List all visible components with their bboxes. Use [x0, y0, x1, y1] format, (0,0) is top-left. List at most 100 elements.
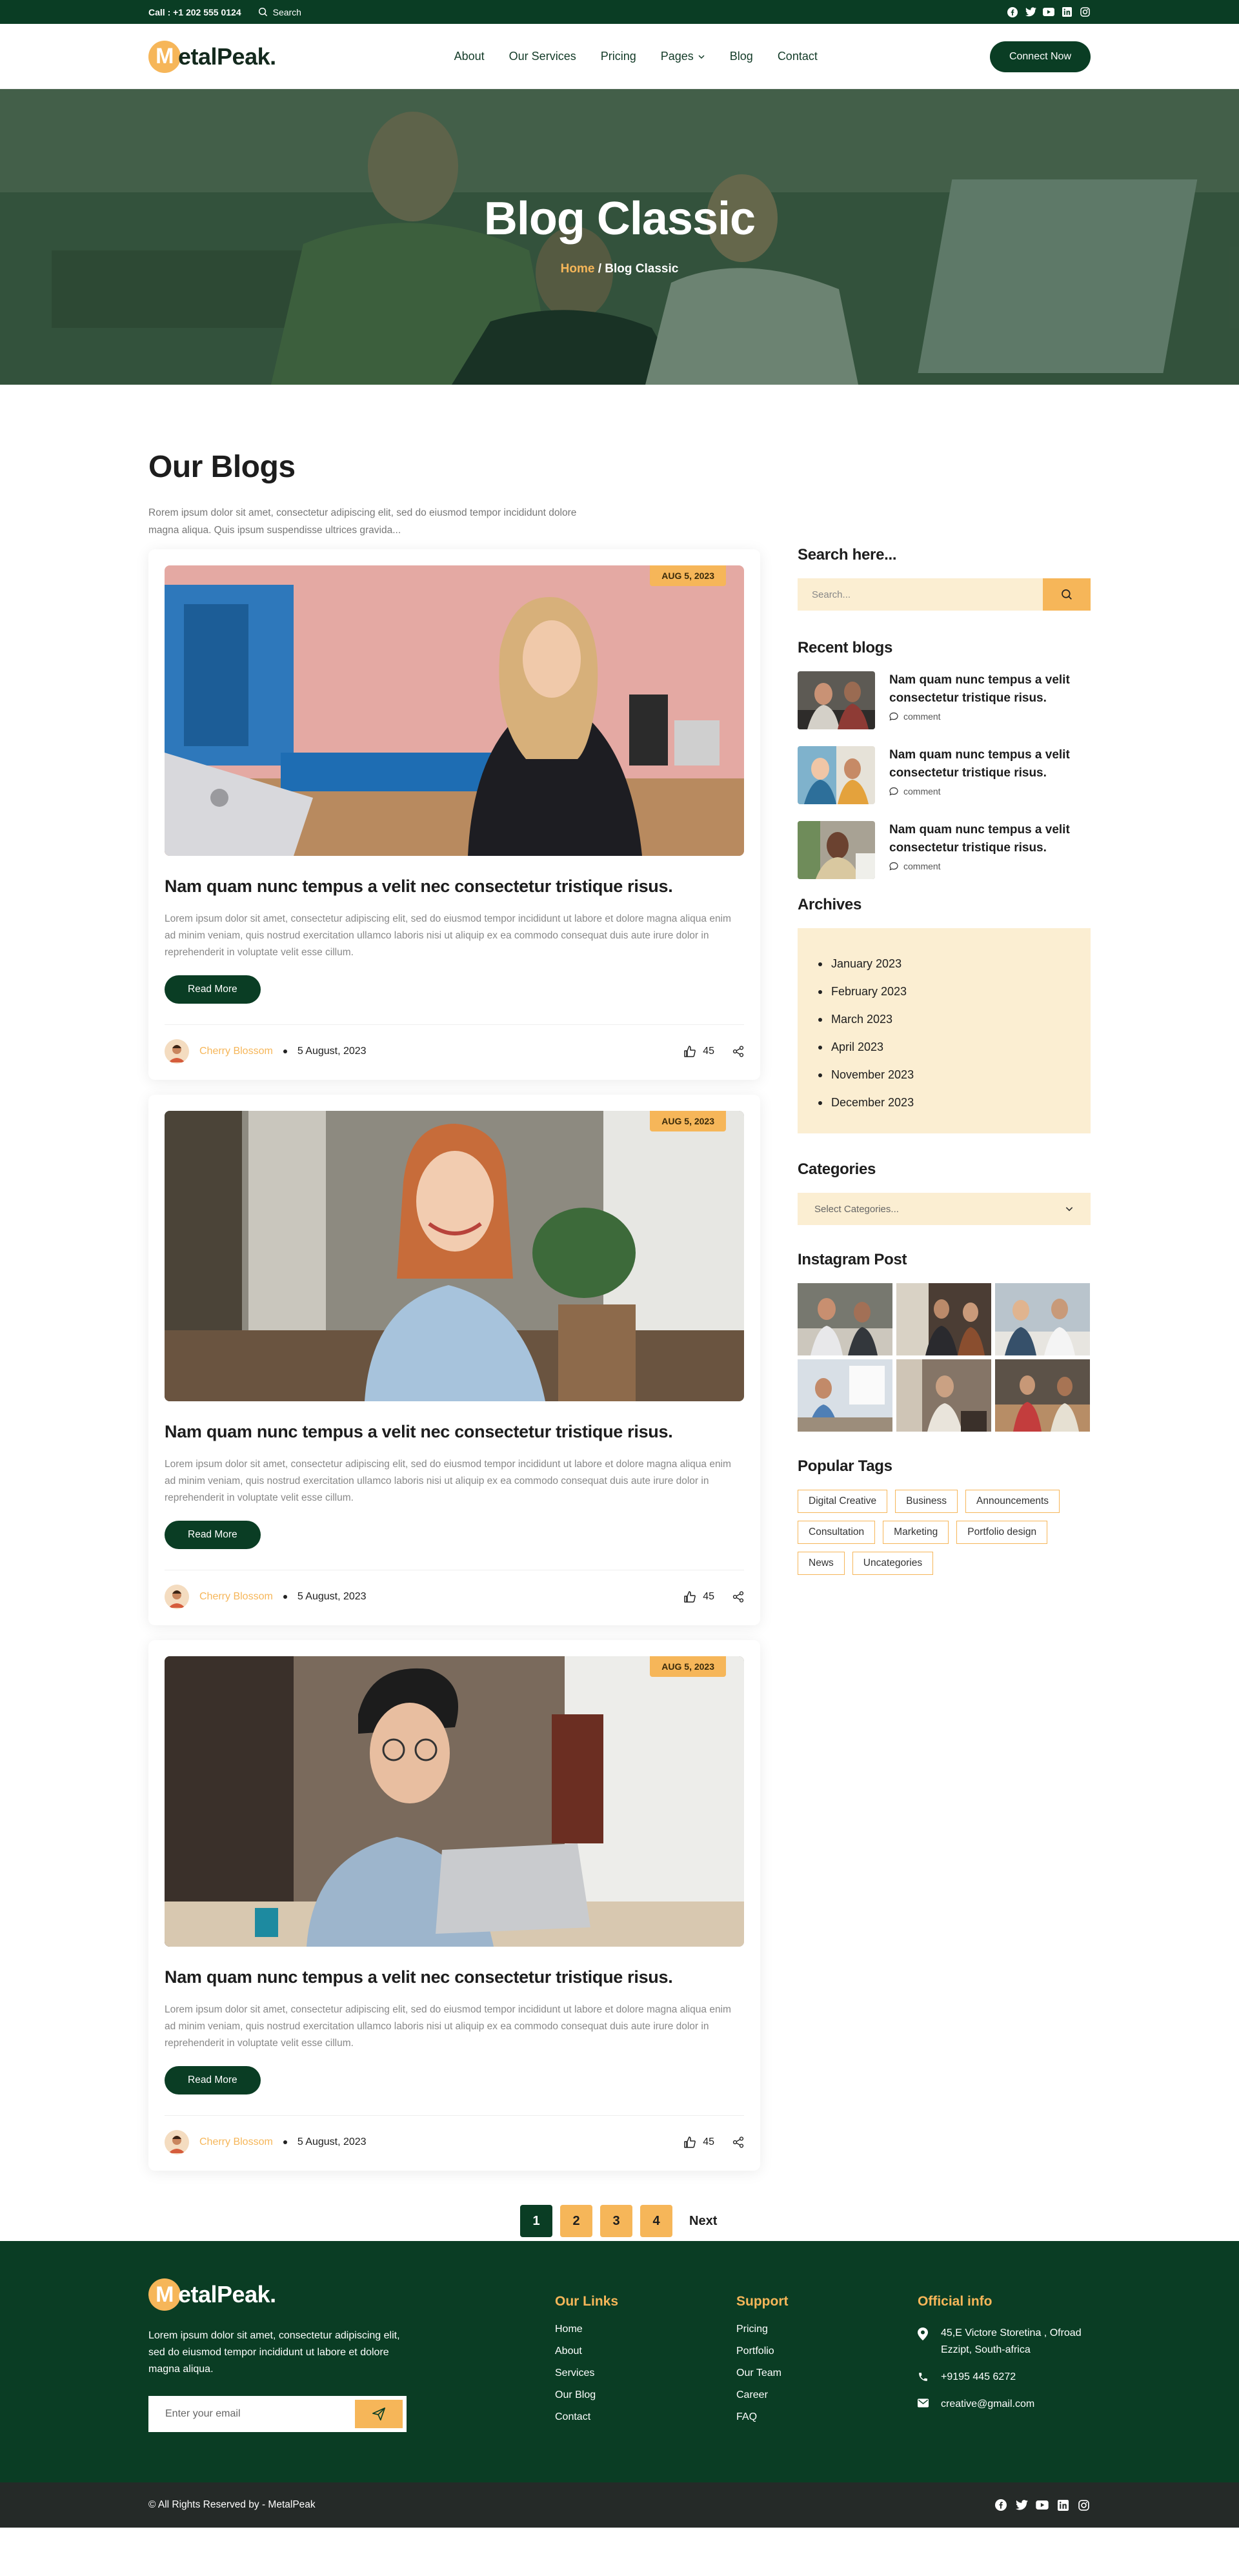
nav-contact[interactable]: Contact: [778, 50, 818, 63]
archive-item[interactable]: March 2023: [818, 1006, 1071, 1033]
instagram-photo[interactable]: [995, 1359, 1090, 1432]
facebook-icon[interactable]: [1007, 6, 1018, 18]
breadcrumb-home[interactable]: Home: [561, 262, 595, 276]
tag[interactable]: Uncategories: [852, 1552, 934, 1575]
post-meta: Cherry Blossom 5 August, 2023 45: [165, 2115, 744, 2155]
footer-link-career[interactable]: Career: [736, 2389, 768, 2400]
recent-blogs-title: Recent blogs: [798, 639, 893, 656]
twitter-icon[interactable]: [1025, 6, 1036, 18]
site-logo[interactable]: M etalPeak.: [148, 40, 276, 73]
recent-blog-meta: comment: [889, 786, 1091, 796]
page-3-button[interactable]: 3: [600, 2205, 632, 2237]
recent-blog-title: Nam quam nunc tempus a velit consectetur…: [889, 748, 1070, 780]
like-button[interactable]: 45: [683, 1045, 714, 1058]
newsletter-submit-button[interactable]: [355, 2400, 403, 2428]
tag[interactable]: Digital Creative: [798, 1490, 888, 1513]
share-icon[interactable]: [732, 1046, 744, 1057]
search-submit-button[interactable]: [1043, 578, 1091, 611]
footer-email[interactable]: creative@gmail.com: [918, 2396, 1091, 2413]
blog-post-image[interactable]: AUG 5, 2023: [165, 565, 744, 856]
facebook-icon[interactable]: [994, 2498, 1008, 2512]
instagram-icon[interactable]: [1076, 2498, 1091, 2512]
like-button[interactable]: 45: [683, 1590, 714, 1603]
post-author[interactable]: Cherry Blossom: [199, 1591, 273, 1603]
breadcrumb: Home / Blog Classic: [0, 262, 1239, 276]
archive-item[interactable]: April 2023: [818, 1033, 1071, 1061]
youtube-icon[interactable]: [1043, 6, 1054, 18]
footer-phone[interactable]: +9195 445 6272: [918, 2369, 1091, 2386]
post-title[interactable]: Nam quam nunc tempus a velit nec consect…: [165, 877, 744, 897]
footer-link-about[interactable]: About: [555, 2346, 582, 2357]
tag[interactable]: Marketing: [883, 1521, 949, 1544]
archive-item[interactable]: February 2023: [818, 978, 1071, 1006]
instagram-photo[interactable]: [798, 1283, 892, 1355]
footer-link-services[interactable]: Services: [555, 2368, 594, 2378]
comment-icon: [889, 787, 898, 796]
linkedin-icon[interactable]: [1061, 6, 1073, 18]
bullet: [818, 1073, 822, 1077]
footer-email-text: creative@gmail.com: [941, 2399, 1035, 2409]
share-icon[interactable]: [732, 2136, 744, 2148]
footer-link-portfolio[interactable]: Portfolio: [736, 2346, 774, 2357]
archive-item[interactable]: January 2023: [818, 950, 1071, 978]
post-author[interactable]: Cherry Blossom: [199, 2136, 273, 2148]
recent-blog-thumbnail: [798, 821, 875, 879]
recent-blog-item[interactable]: Nam quam nunc tempus a velit consectetur…: [798, 821, 1091, 879]
categories-select[interactable]: Select Categories...: [798, 1193, 1091, 1225]
topbar-search[interactable]: Search: [258, 7, 301, 17]
footer-link-pricing[interactable]: Pricing: [736, 2324, 768, 2335]
instagram-photo[interactable]: [798, 1359, 892, 1432]
recent-blog-item[interactable]: Nam quam nunc tempus a velit consectetur…: [798, 671, 1091, 729]
post-date: 5 August, 2023: [297, 1046, 367, 1057]
like-button[interactable]: 45: [683, 2136, 714, 2149]
post-title[interactable]: Nam quam nunc tempus a velit nec consect…: [165, 1967, 744, 1987]
tag[interactable]: Business: [895, 1490, 958, 1513]
share-icon[interactable]: [732, 1591, 744, 1603]
newsletter-email-input[interactable]: [152, 2400, 355, 2428]
footer-link-home[interactable]: Home: [555, 2324, 583, 2335]
nav-about[interactable]: About: [454, 50, 485, 63]
nav-pricing[interactable]: Pricing: [601, 50, 636, 63]
footer-link-our-team[interactable]: Our Team: [736, 2368, 781, 2378]
footer-link-contact[interactable]: Contact: [555, 2411, 590, 2422]
instagram-photo[interactable]: [995, 1283, 1090, 1355]
phone-number[interactable]: Call : +1 202 555 0124: [148, 7, 241, 17]
footer-official-info: Official info 45,E Victore Storetina , O…: [918, 2294, 1091, 2423]
archive-item[interactable]: December 2023: [818, 1089, 1071, 1117]
nav-our-services[interactable]: Our Services: [509, 50, 576, 63]
thumbs-up-icon: [684, 2136, 696, 2148]
footer-link-our-blog[interactable]: Our Blog: [555, 2389, 596, 2400]
search-icon: [1062, 589, 1072, 600]
post-author[interactable]: Cherry Blossom: [199, 1046, 273, 1057]
instagram-photo[interactable]: [896, 1283, 991, 1355]
archive-item[interactable]: November 2023: [818, 1061, 1071, 1089]
blog-post-image[interactable]: AUG 5, 2023: [165, 1111, 744, 1401]
linkedin-icon[interactable]: [1056, 2498, 1070, 2512]
bullet: [818, 1100, 822, 1105]
page-1-button[interactable]: 1: [520, 2205, 552, 2237]
tag[interactable]: Announcements: [965, 1490, 1060, 1513]
page-2-button[interactable]: 2: [560, 2205, 592, 2237]
read-more-button[interactable]: Read More: [165, 1521, 261, 1549]
footer-link-faq[interactable]: FAQ: [736, 2411, 757, 2422]
post-title[interactable]: Nam quam nunc tempus a velit nec consect…: [165, 1422, 744, 1442]
next-page-button[interactable]: Next: [689, 2214, 717, 2229]
recent-blog-item[interactable]: Nam quam nunc tempus a velit consectetur…: [798, 746, 1091, 804]
youtube-icon[interactable]: [1035, 2498, 1049, 2512]
tag[interactable]: News: [798, 1552, 845, 1575]
read-more-button[interactable]: Read More: [165, 2066, 261, 2094]
page-4-button[interactable]: 4: [640, 2205, 672, 2237]
footer-logo[interactable]: M etalPeak.: [148, 2278, 407, 2311]
sidebar-search-input[interactable]: [798, 578, 1043, 611]
blog-post-image[interactable]: AUG 5, 2023: [165, 1656, 744, 1947]
read-more-button[interactable]: Read More: [165, 975, 261, 1004]
nav-blog[interactable]: Blog: [730, 50, 753, 63]
instagram-photo[interactable]: [896, 1359, 991, 1432]
connect-now-button[interactable]: Connect Now: [989, 41, 1091, 72]
page-hero: Blog Classic Home / Blog Classic: [0, 89, 1239, 385]
nav-pages[interactable]: Pages: [661, 50, 705, 63]
instagram-icon[interactable]: [1079, 6, 1091, 18]
tag[interactable]: Portfolio design: [956, 1521, 1048, 1544]
tag[interactable]: Consultation: [798, 1521, 876, 1544]
twitter-icon[interactable]: [1014, 2498, 1029, 2512]
